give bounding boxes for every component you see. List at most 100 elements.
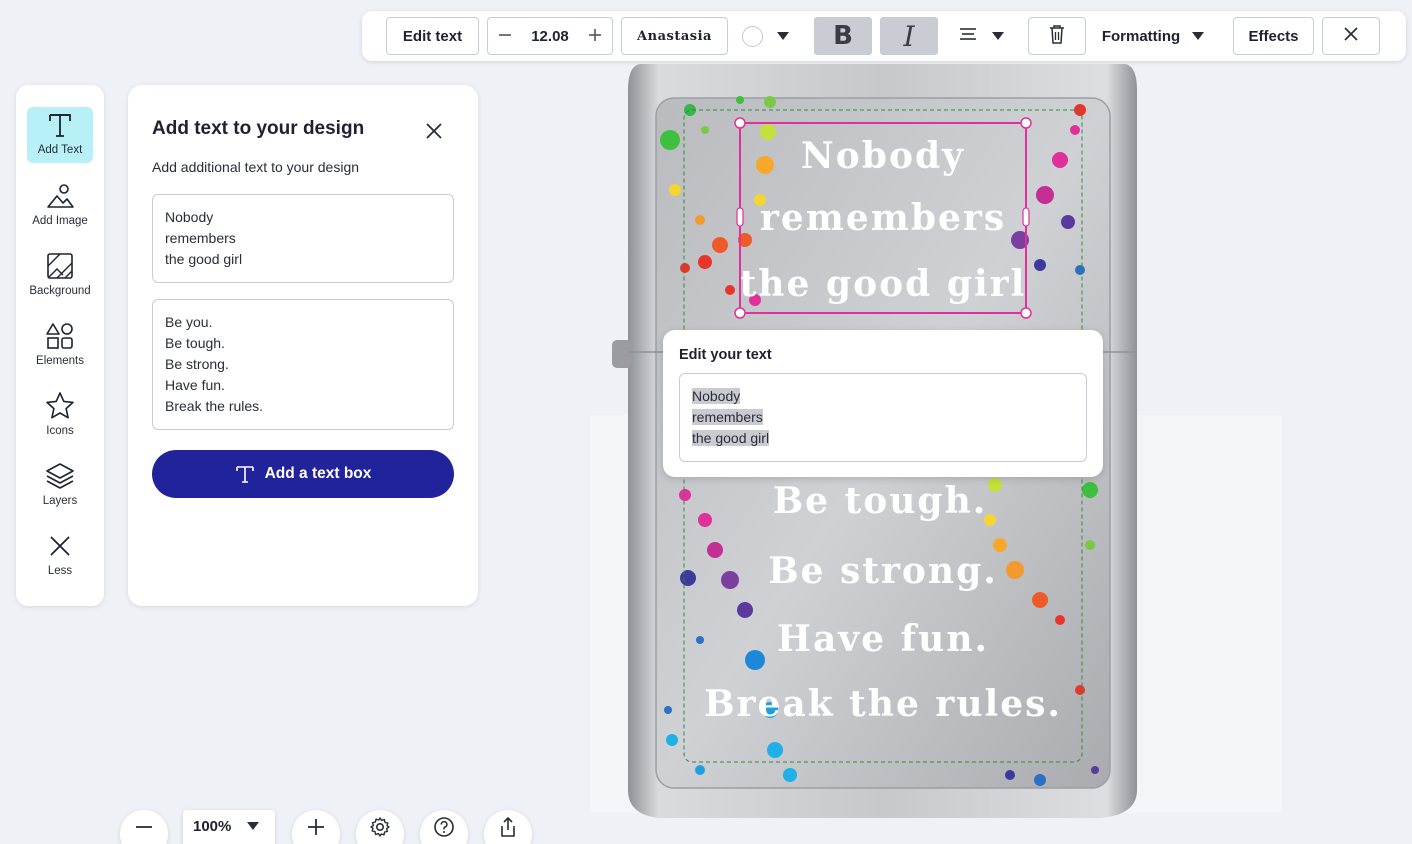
selected-text-line: Nobody (692, 388, 741, 404)
resize-handle[interactable] (736, 207, 744, 227)
zoom-level-value: 100% (193, 817, 232, 835)
text-line: Be you. (165, 314, 213, 330)
zoom-level-dropdown[interactable]: 100% (183, 810, 275, 844)
layers-icon (46, 463, 74, 489)
bold-button[interactable]: B (814, 17, 872, 55)
text-icon (235, 466, 254, 483)
delete-button[interactable] (1028, 17, 1086, 55)
canvas-body-line: Have fun. (777, 618, 989, 660)
trash-icon (1048, 24, 1066, 48)
panel-title: Add text to your design (152, 118, 365, 139)
help-button[interactable] (420, 810, 468, 844)
gear-icon (370, 817, 390, 837)
canvas-body-line: Be strong. (768, 550, 998, 592)
image-icon (47, 184, 74, 208)
text-box-field[interactable]: Nobody remembers the good girl (152, 194, 454, 283)
sidebar-item-elements[interactable]: Elements (27, 318, 93, 374)
close-icon (1343, 26, 1359, 46)
formatting-dropdown[interactable]: Formatting (1098, 17, 1208, 55)
italic-button[interactable]: I (880, 17, 938, 55)
edit-text-field[interactable]: Nobody remembers the good girl (679, 373, 1087, 462)
effects-label: Effects (1248, 27, 1299, 45)
sidebar: Add Text Add Image Background Elements I… (16, 85, 104, 606)
formatting-label: Formatting (1101, 27, 1181, 45)
settings-button[interactable] (356, 810, 404, 844)
text-line: remembers (165, 230, 236, 246)
align-dropdown[interactable] (952, 17, 1010, 55)
sidebar-item-icons[interactable]: Icons (27, 388, 93, 444)
sidebar-item-add-text[interactable]: Add Text (27, 107, 93, 163)
sidebar-item-label: Layers (42, 495, 78, 507)
minus-icon (136, 826, 152, 828)
edit-text-popup: Edit your text Nobody remembers the good… (663, 330, 1103, 477)
minus-icon[interactable] (498, 26, 512, 46)
add-text-box-label: Add a text box (264, 465, 372, 482)
selected-text-line: the good girl (692, 430, 770, 446)
add-text-panel: Add text to your design Add additional t… (128, 85, 478, 606)
text-line: the good girl (165, 251, 243, 267)
italic-label: I (903, 19, 915, 53)
color-swatch (742, 25, 763, 47)
sidebar-item-label: Background (29, 285, 91, 297)
resize-handle[interactable] (734, 117, 746, 129)
panel-subtitle: Add additional text to your design (152, 159, 360, 175)
font-size-value[interactable]: 12.08 (531, 28, 569, 45)
sidebar-item-add-image[interactable]: Add Image (27, 178, 93, 234)
text-box-field[interactable]: Be you. Be tough. Be strong. Have fun. B… (152, 299, 454, 430)
close-toolbar-button[interactable] (1322, 17, 1380, 55)
text-line: Be strong. (165, 356, 229, 372)
resize-handle[interactable] (1020, 307, 1032, 319)
sidebar-item-less[interactable]: Less (27, 528, 93, 584)
canvas-headline-line: remembers (760, 197, 1006, 239)
sidebar-item-label: Elements (36, 355, 84, 367)
sidebar-item-label: Add Image (32, 215, 88, 227)
lighter-hinge (612, 340, 632, 368)
text-line: Have fun. (165, 377, 225, 393)
sidebar-item-label: Less (47, 565, 73, 577)
chevron-down-icon (1192, 32, 1205, 40)
resize-handle[interactable] (734, 307, 746, 319)
share-icon (501, 816, 515, 837)
shapes-icon (46, 323, 73, 349)
canvas-body-line: Break the rules. (704, 683, 1062, 725)
bold-label: B (833, 21, 853, 51)
font-size-stepper: 12.08 (487, 17, 613, 55)
font-name: Anastasia (637, 28, 712, 44)
plus-icon (308, 819, 324, 835)
edit-text-button[interactable]: Edit text (386, 17, 479, 55)
share-button[interactable] (484, 810, 532, 844)
text-line: Nobody (165, 209, 214, 225)
font-family-button[interactable]: Anastasia (621, 17, 728, 55)
star-icon (46, 392, 74, 419)
text-line: Be tough. (165, 335, 225, 351)
background-icon (47, 253, 73, 279)
edit-text-label: Edit text (402, 27, 463, 45)
chevron-down-icon (777, 32, 789, 40)
help-icon (434, 817, 454, 837)
sidebar-item-layers[interactable]: Layers (27, 458, 93, 514)
selected-text-line: remembers (692, 409, 763, 425)
canvas-headline-line: Nobody (801, 135, 965, 177)
chevron-down-icon (247, 822, 260, 830)
close-icon (50, 536, 70, 556)
text-line: Break the rules. (165, 398, 264, 414)
align-center-icon (958, 26, 978, 46)
resize-handle[interactable] (1020, 117, 1032, 129)
plus-icon[interactable] (588, 26, 602, 46)
zoom-in-button[interactable] (292, 810, 340, 844)
sidebar-item-label: Add Text (37, 144, 83, 156)
sidebar-item-background[interactable]: Background (27, 248, 93, 304)
text-toolbar: Edit text 12.08 Anastasia B I Formatting (362, 11, 1406, 61)
zoom-out-button[interactable] (120, 810, 168, 844)
text-icon (49, 114, 71, 137)
text-color-picker[interactable] (742, 17, 802, 55)
effects-button[interactable]: Effects (1233, 17, 1314, 55)
resize-handle[interactable] (1022, 207, 1030, 227)
canvas-body-line: Be tough. (773, 480, 988, 522)
canvas-headline-line: the good girl (740, 263, 1027, 305)
close-panel-button[interactable] (422, 119, 446, 143)
edit-popup-title: Edit your text (679, 347, 772, 363)
add-text-box-button[interactable]: Add a text box (152, 450, 454, 498)
chevron-down-icon (992, 32, 1004, 40)
sidebar-item-label: Icons (46, 425, 74, 437)
